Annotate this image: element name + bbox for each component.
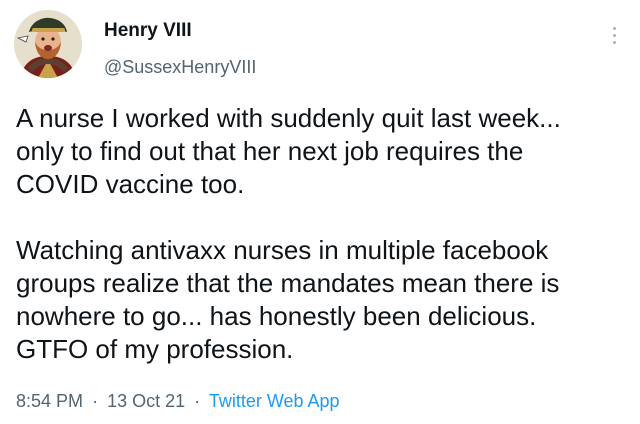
more-options-icon[interactable] xyxy=(604,22,624,48)
tweet-paragraph: A nurse I worked with suddenly quit last… xyxy=(16,103,561,199)
tweet-text: A nurse I worked with suddenly quit last… xyxy=(16,102,631,366)
tweet-source-link[interactable]: Twitter Web App xyxy=(209,391,340,411)
separator: · xyxy=(194,391,201,411)
tweet-time[interactable]: 8:54 PM xyxy=(16,391,83,411)
display-name[interactable]: Henry VIII xyxy=(104,20,192,42)
separator: · xyxy=(92,391,99,411)
tweet-paragraph: Watching antivaxx nurses in multiple fac… xyxy=(16,235,560,364)
king-portrait-avatar-icon xyxy=(14,10,82,78)
tweet-date[interactable]: 13 Oct 21 xyxy=(107,391,185,411)
avatar[interactable] xyxy=(14,10,82,78)
tweet-metadata: 8:54 PM · 13 Oct 21 · Twitter Web App xyxy=(16,390,340,412)
tweet-card: Henry VIII @SussexHenryVIII A nurse I wo… xyxy=(0,0,640,424)
user-handle[interactable]: @SussexHenryVIII xyxy=(104,56,256,78)
